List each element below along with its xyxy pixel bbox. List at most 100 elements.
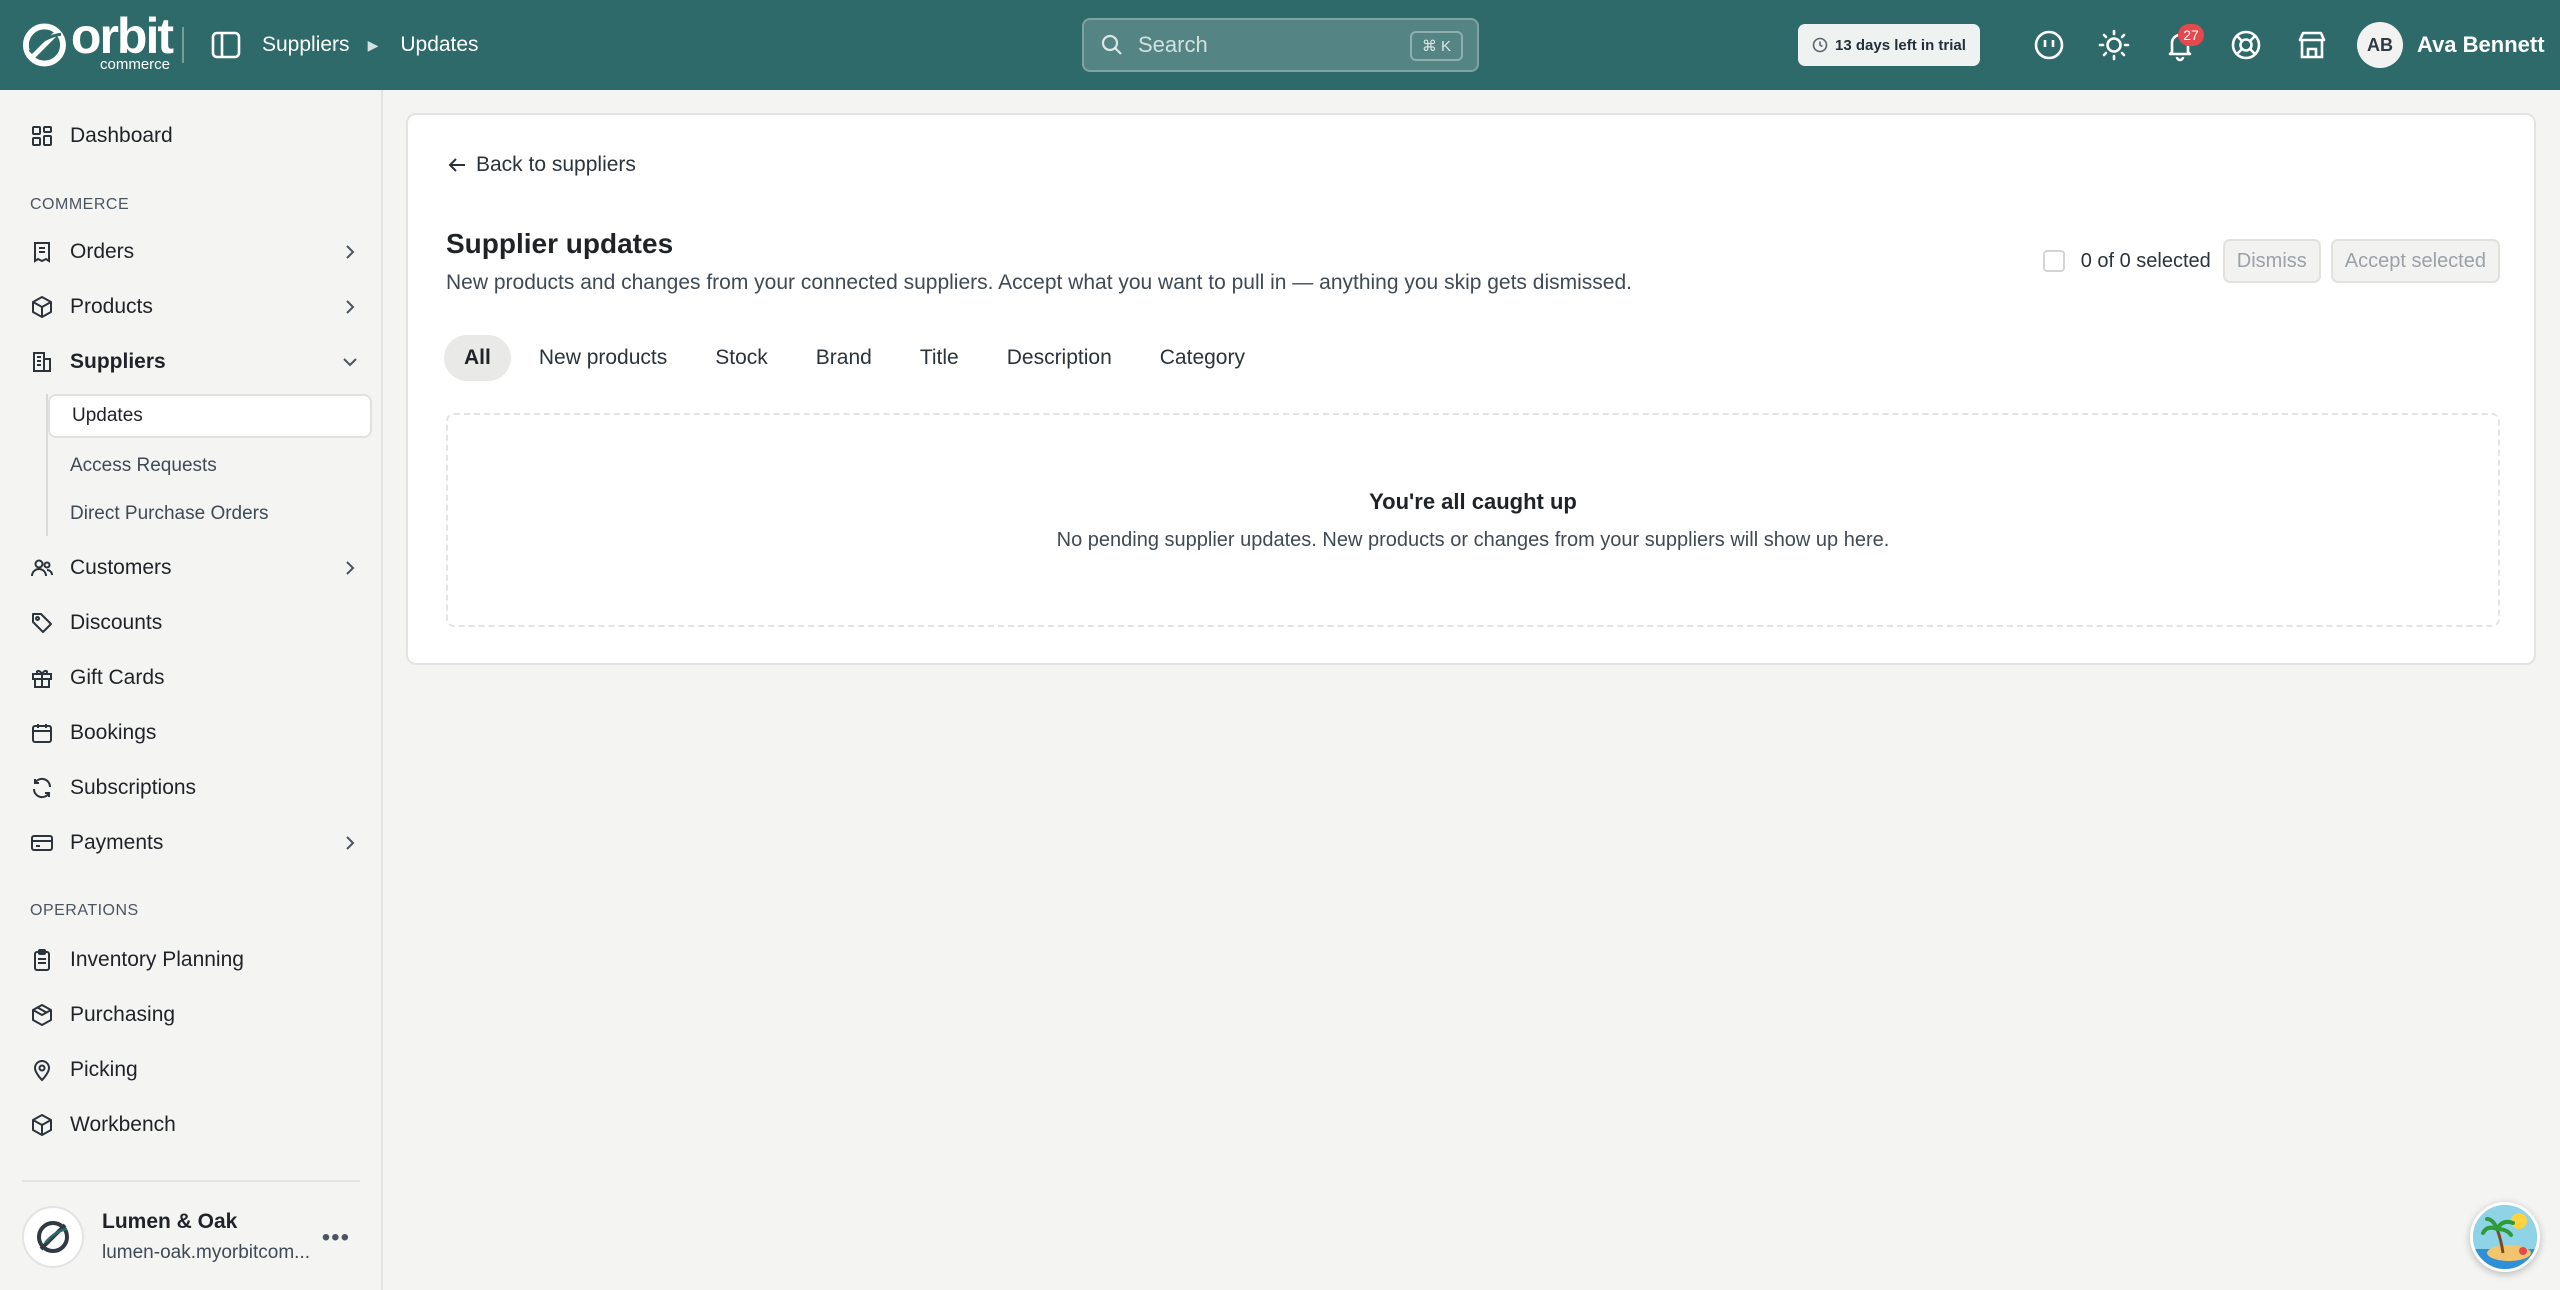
calendar-icon xyxy=(32,724,52,743)
sidebar-item-gift-cards[interactable]: Gift Cards xyxy=(30,658,360,698)
avatar: AB xyxy=(2357,22,2403,68)
supplier-updates-card: Back to suppliers Supplier updates New p… xyxy=(406,113,2536,665)
more-options-icon[interactable]: ••• xyxy=(322,1224,350,1252)
tab-category[interactable]: Category xyxy=(1140,335,1265,381)
notification-count-badge: 27 xyxy=(2178,24,2204,46)
island-avatar-icon xyxy=(2473,1205,2537,1269)
help-lifebuoy-icon[interactable] xyxy=(2229,28,2263,62)
floating-assistant-button[interactable] xyxy=(2470,1202,2540,1272)
sidebar-item-discounts[interactable]: Discounts xyxy=(30,603,360,643)
store-name: Lumen & Oak xyxy=(102,1210,238,1233)
chevron-right-icon xyxy=(346,561,355,575)
sidebar-subitem-access-requests[interactable]: Access Requests xyxy=(48,444,372,488)
chevron-down-icon xyxy=(343,358,357,367)
orders-icon xyxy=(34,242,50,263)
sidebar-item-purchasing[interactable]: Purchasing xyxy=(30,995,360,1035)
refresh-cycle-icon xyxy=(32,777,52,799)
sidebar-subitem-updates[interactable]: Updates xyxy=(48,394,372,438)
store-switcher[interactable]: Lumen & Oak lumen-oak.myorbitcom... ••• xyxy=(22,1204,362,1270)
store-domain: lumen-oak.myorbitcom... xyxy=(102,1242,311,1263)
top-bar: orbit commerce Suppliers ▶ Updates Searc… xyxy=(0,0,2560,90)
tab-stock[interactable]: Stock xyxy=(695,335,788,381)
store-logo-icon xyxy=(22,1206,84,1268)
empty-state: You're all caught up No pending supplier… xyxy=(446,413,2500,627)
sidebar-toggle-icon[interactable] xyxy=(210,30,242,60)
sidebar-subitem-direct-purchase-orders[interactable]: Direct Purchase Orders xyxy=(48,492,372,536)
sidebar-item-dashboard[interactable]: Dashboard xyxy=(30,116,360,156)
tab-all[interactable]: All xyxy=(444,335,511,381)
sidebar-item-label: Dashboard xyxy=(70,124,173,147)
sidebar-item-label: Gift Cards xyxy=(70,666,165,689)
search-input[interactable]: Search ⌘ K xyxy=(1082,18,1479,72)
sidebar-item-picking[interactable]: Picking xyxy=(30,1050,360,1090)
sidebar-item-products[interactable]: Products xyxy=(30,287,360,327)
sidebar-item-inventory-planning[interactable]: Inventory Planning xyxy=(30,940,360,980)
sidebar-item-label: Suppliers xyxy=(70,350,166,373)
sidebar-item-label: Purchasing xyxy=(70,1003,176,1026)
user-menu[interactable]: AB Ava Bennett xyxy=(2357,22,2545,68)
sidebar-item-customers[interactable]: Customers xyxy=(30,548,360,588)
workbench-box-icon xyxy=(32,1114,52,1136)
map-pin-icon xyxy=(33,1060,51,1082)
section-label-operations: OPERATIONS xyxy=(30,902,139,919)
user-name: Ava Bennett xyxy=(2417,32,2545,57)
sidebar-item-label: Inventory Planning xyxy=(70,948,244,971)
sidebar-item-label: Bookings xyxy=(70,721,157,744)
sidebar-item-label: Discounts xyxy=(70,611,163,634)
sidebar-item-bookings[interactable]: Bookings xyxy=(30,713,360,753)
gift-icon xyxy=(32,670,52,688)
logo-subtitle: commerce xyxy=(99,55,170,73)
search-icon xyxy=(1101,34,1122,55)
clipboard-icon xyxy=(34,949,50,971)
sidebar: Dashboard COMMERCE Orders Products Suppl… xyxy=(0,90,383,1290)
trial-label: 13 days left in trial xyxy=(1835,36,1966,54)
page-subtitle: New products and changes from your conne… xyxy=(446,271,1632,294)
sidebar-item-label: Workbench xyxy=(70,1113,176,1136)
credit-card-icon xyxy=(31,835,53,851)
sidebar-item-label: Subscriptions xyxy=(70,776,197,799)
select-all-checkbox[interactable] xyxy=(2042,250,2065,272)
sidebar-item-orders[interactable]: Orders xyxy=(30,232,360,272)
sidebar-item-payments[interactable]: Payments xyxy=(30,823,360,863)
filter-tabs: All New products Stock Brand Title Descr… xyxy=(444,335,1273,381)
back-to-suppliers-link[interactable]: Back to suppliers xyxy=(446,153,636,177)
orbit-logo[interactable]: orbit commerce xyxy=(22,11,174,73)
empty-state-text: No pending supplier updates. New product… xyxy=(1056,528,1890,551)
clock-icon xyxy=(1812,37,1828,53)
sidebar-item-label: Products xyxy=(70,295,153,318)
products-box-icon xyxy=(32,296,52,318)
empty-state-title: You're all caught up xyxy=(1369,488,1577,514)
sidebar-item-suppliers[interactable]: Suppliers xyxy=(30,342,360,382)
selection-count: 0 of 0 selected xyxy=(2080,249,2211,272)
breadcrumb-suppliers[interactable]: Suppliers xyxy=(262,33,350,57)
chevron-right-icon xyxy=(346,300,355,314)
dismiss-button[interactable]: Dismiss xyxy=(2222,239,2321,283)
sidebar-item-workbench[interactable]: Workbench xyxy=(30,1105,360,1145)
assistant-icon[interactable] xyxy=(2032,28,2066,62)
storefront-icon[interactable] xyxy=(2295,28,2329,62)
chevron-right-icon xyxy=(346,245,355,259)
tab-new-products[interactable]: New products xyxy=(519,335,687,381)
sidebar-item-label: Payments xyxy=(70,831,164,854)
customers-users-icon xyxy=(31,559,53,577)
topbar-divider xyxy=(182,27,184,63)
tab-description[interactable]: Description xyxy=(987,335,1132,381)
breadcrumb: Suppliers ▶ Updates xyxy=(262,0,479,90)
theme-toggle-sun-icon[interactable] xyxy=(2097,28,2131,62)
accept-selected-button[interactable]: Accept selected xyxy=(2330,239,2500,283)
sidebar-item-label: Customers xyxy=(70,556,172,579)
suppliers-building-icon xyxy=(33,352,51,372)
tab-brand[interactable]: Brand xyxy=(796,335,892,381)
trial-badge[interactable]: 13 days left in trial xyxy=(1798,24,1980,66)
section-label-commerce: COMMERCE xyxy=(30,196,130,213)
search-placeholder: Search xyxy=(1138,32,1208,57)
bulk-actions: 0 of 0 selected Dismiss Accept selected xyxy=(2042,239,2500,283)
discount-tag-icon xyxy=(32,613,52,633)
search-shortcut: ⌘ K xyxy=(1409,31,1463,61)
page-title: Supplier updates xyxy=(446,228,674,259)
sidebar-divider xyxy=(22,1180,360,1182)
sidebar-item-subscriptions[interactable]: Subscriptions xyxy=(30,768,360,808)
breadcrumb-updates: Updates xyxy=(400,33,479,56)
tab-title[interactable]: Title xyxy=(900,335,979,381)
orbit-logo-icon xyxy=(22,23,66,67)
